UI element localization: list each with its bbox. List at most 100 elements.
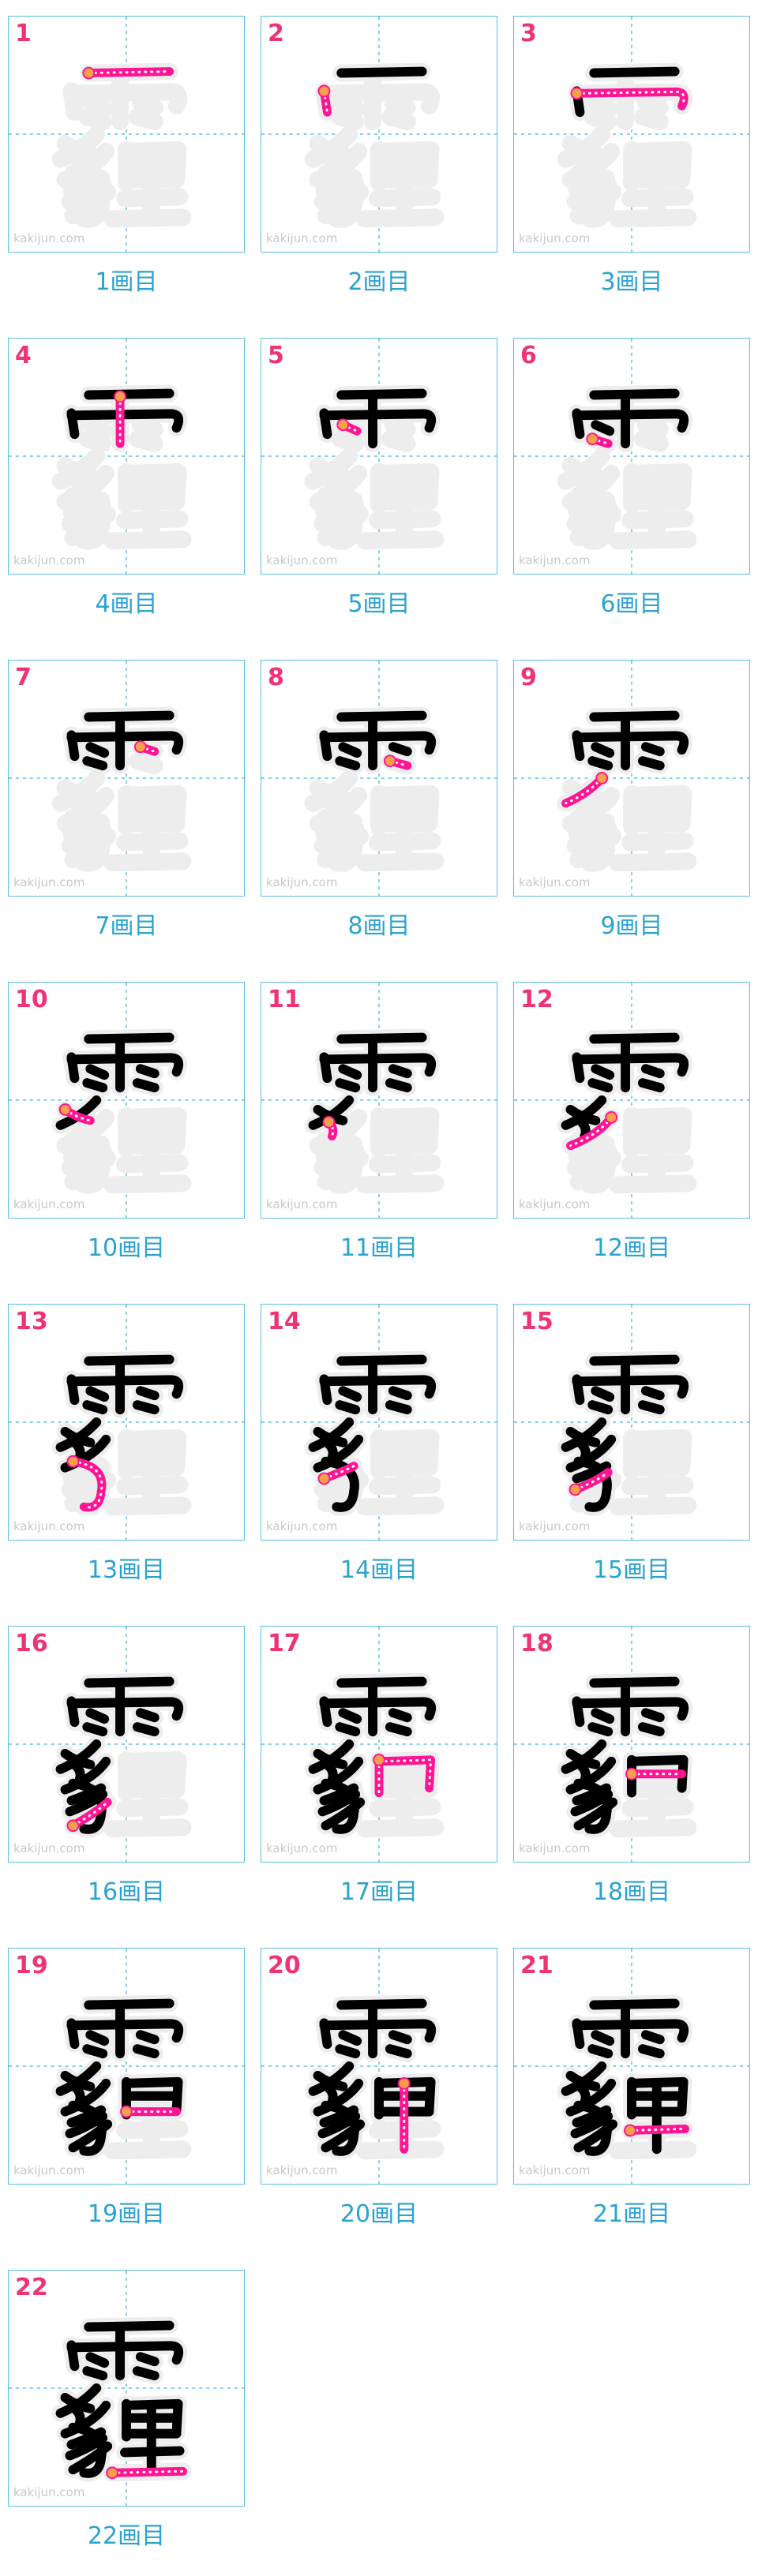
watermark: kakijun.com [266, 2163, 338, 2177]
stroke-caption: 1画目 [95, 268, 158, 296]
kanji-stroke-drawing [261, 983, 497, 1218]
stroke-number: 10 [15, 986, 48, 1013]
stroke-number: 17 [268, 1630, 301, 1657]
stroke-caption: 7画目 [95, 912, 158, 940]
kanji-stroke-drawing [9, 661, 244, 896]
watermark: kakijun.com [266, 1841, 338, 1855]
watermark: kakijun.com [13, 1197, 85, 1211]
stroke-start-dot [336, 418, 350, 432]
kanji-stroke-drawing [261, 661, 497, 896]
watermark: kakijun.com [13, 2163, 85, 2177]
stroke-caption: 18画目 [592, 1878, 671, 1906]
stroke-caption: 2画目 [347, 268, 411, 296]
stroke-number: 19 [15, 1952, 48, 1979]
watermark: kakijun.com [519, 553, 591, 567]
kanji-stroke-drawing [9, 339, 244, 574]
kanji-stroke-drawing [9, 1627, 244, 1862]
stroke-number: 11 [268, 986, 301, 1013]
stroke-number: 22 [15, 2274, 48, 2301]
stroke-order-grid: 1 kakijun.com 1画目 2 kakijun.com 2画目 3 kakijun.c… [0, 0, 758, 2576]
stroke-caption: 5画目 [347, 590, 411, 618]
watermark: kakijun.com [13, 1841, 85, 1855]
kanji-practice-box: 11 kakijun.com [261, 982, 497, 1219]
watermark: kakijun.com [519, 2163, 591, 2177]
stroke-number: 2 [268, 20, 284, 47]
kanji-practice-box: 6 kakijun.com [513, 338, 750, 575]
stroke-start-dot [586, 432, 599, 446]
stroke-start-dot [625, 1767, 638, 1780]
stroke-caption: 21画目 [592, 2200, 671, 2228]
kanji-practice-box: 20 kakijun.com [261, 1948, 497, 2185]
watermark: kakijun.com [519, 1197, 591, 1211]
stroke-start-dot [568, 1483, 582, 1496]
kanji-practice-box: 4 kakijun.com [8, 338, 245, 575]
stroke-start-dot [605, 1110, 618, 1124]
stroke-caption: 6画目 [600, 590, 663, 618]
watermark: kakijun.com [266, 231, 338, 245]
stroke-caption: 10画目 [87, 1234, 166, 1262]
stroke-number: 13 [15, 1308, 48, 1335]
stroke-number: 12 [520, 986, 553, 1013]
stroke-start-dot [322, 1115, 336, 1129]
watermark: kakijun.com [519, 231, 591, 245]
kanji-stroke-drawing [9, 983, 244, 1218]
kanji-practice-box: 12 kakijun.com [513, 982, 750, 1219]
kanji-practice-box: 21 kakijun.com [513, 1948, 750, 2185]
ghost-character [304, 62, 445, 228]
kanji-stroke-drawing [514, 17, 749, 252]
stroke-number: 7 [15, 664, 32, 691]
kanji-stroke-drawing [261, 339, 497, 574]
kanji-stroke-drawing [514, 661, 749, 896]
kanji-stroke-drawing [9, 1305, 244, 1540]
kanji-practice-box: 2 kakijun.com [261, 16, 497, 253]
kanji-practice-box: 1 kakijun.com [8, 16, 245, 253]
stroke-caption: 14画目 [340, 1556, 418, 1584]
watermark: kakijun.com [266, 875, 338, 889]
kanji-practice-box: 9 kakijun.com [513, 660, 750, 897]
kanji-stroke-drawing [514, 983, 749, 1218]
stroke-number: 6 [520, 342, 537, 369]
stroke-start-dot [106, 2466, 119, 2480]
kanji-stroke-drawing [514, 1949, 749, 2184]
stroke-start-dot [383, 754, 396, 768]
kanji-practice-box: 19 kakijun.com [8, 1948, 245, 2185]
kanji-stroke-drawing [261, 1305, 497, 1540]
kanji-stroke-drawing [9, 2271, 244, 2506]
ghost-character [51, 62, 192, 228]
kanji-stroke-drawing [261, 1627, 497, 1862]
kanji-stroke-drawing [261, 1949, 497, 2184]
kanji-practice-box: 15 kakijun.com [513, 1304, 750, 1541]
stroke-number: 21 [520, 1952, 553, 1979]
stroke-start-dot [58, 1103, 72, 1116]
stroke-caption: 4画目 [95, 590, 158, 618]
watermark: kakijun.com [266, 1197, 338, 1211]
kanji-stroke-drawing [9, 1949, 244, 2184]
watermark: kakijun.com [519, 1519, 591, 1533]
completed-strokes [336, 66, 427, 78]
kanji-practice-box: 22 kakijun.com [8, 2270, 245, 2507]
current-stroke [625, 2125, 690, 2135]
stroke-caption: 22画目 [87, 2522, 166, 2550]
stroke-caption: 9画目 [600, 912, 663, 940]
watermark: kakijun.com [266, 1519, 338, 1533]
stroke-number: 9 [520, 664, 537, 691]
stroke-number: 20 [268, 1952, 301, 1979]
kanji-stroke-drawing [514, 339, 749, 574]
watermark: kakijun.com [13, 553, 85, 567]
stroke-start-dot [317, 1472, 331, 1485]
watermark: kakijun.com [13, 1519, 85, 1533]
stroke-start-dot [570, 87, 584, 100]
stroke-start-dot [66, 1455, 80, 1468]
stroke-start-dot [595, 772, 609, 784]
stroke-number: 1 [15, 20, 32, 47]
stroke-number: 4 [15, 342, 32, 369]
stroke-caption: 12画目 [592, 1234, 671, 1262]
kanji-practice-box: 18 kakijun.com [513, 1626, 750, 1863]
watermark: kakijun.com [266, 553, 338, 567]
watermark: kakijun.com [519, 1841, 591, 1855]
kanji-practice-box: 7 kakijun.com [8, 660, 245, 897]
stroke-start-dot [114, 390, 126, 403]
kanji-stroke-drawing [514, 1305, 749, 1540]
stroke-number: 3 [520, 20, 537, 47]
stroke-start-dot [317, 84, 331, 98]
